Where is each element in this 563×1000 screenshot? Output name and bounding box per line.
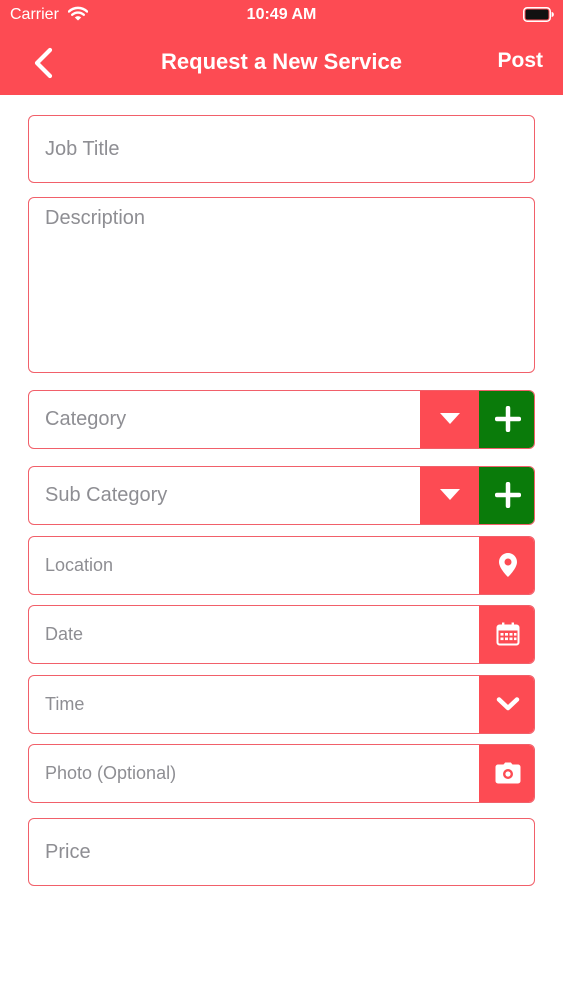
- page-title: Request a New Service: [161, 49, 402, 74]
- sub-category-placeholder: Sub Category: [45, 484, 168, 506]
- price-field[interactable]: Price: [28, 818, 535, 886]
- photo-field[interactable]: Photo (Optional): [28, 744, 535, 803]
- status-time: 10:49 AM: [246, 6, 317, 23]
- price-placeholder: Price: [45, 841, 91, 863]
- time-picker-button[interactable]: [479, 676, 534, 733]
- map-pin-icon: [498, 553, 517, 577]
- location-field[interactable]: Location: [28, 536, 535, 595]
- job-title-placeholder: Job Title: [45, 138, 120, 160]
- photo-picker-button[interactable]: [479, 745, 534, 802]
- camera-icon: [495, 762, 520, 784]
- time-placeholder: Time: [45, 694, 85, 714]
- plus-icon: [494, 406, 521, 432]
- time-field[interactable]: Time: [28, 675, 535, 734]
- date-field[interactable]: Date: [28, 605, 535, 664]
- category-field[interactable]: Category: [28, 390, 535, 449]
- date-placeholder: Date: [45, 624, 84, 644]
- description-field[interactable]: Description: [28, 197, 535, 373]
- battery-icon: [523, 7, 554, 22]
- location-placeholder: Location: [45, 555, 114, 575]
- add-category-button[interactable]: [479, 391, 534, 448]
- caret-down-icon: [439, 413, 460, 424]
- sub-category-dropdown-button[interactable]: [420, 467, 479, 524]
- photo-placeholder: Photo (Optional): [45, 763, 177, 783]
- chevron-down-icon: [496, 697, 519, 711]
- job-title-field[interactable]: Job Title: [28, 115, 535, 183]
- sub-category-field[interactable]: Sub Category: [28, 466, 535, 525]
- description-placeholder: Description: [45, 207, 146, 229]
- navigation-bar: Carrier 10:49 AM Request a New Service P…: [0, 0, 563, 95]
- add-sub-category-button[interactable]: [479, 467, 534, 524]
- location-picker-button[interactable]: [479, 537, 534, 594]
- category-dropdown-button[interactable]: [420, 391, 479, 448]
- plus-icon: [494, 482, 521, 508]
- caret-down-icon: [439, 489, 460, 500]
- post-button[interactable]: Post: [497, 49, 543, 73]
- category-placeholder: Category: [45, 408, 127, 430]
- calendar-icon: [496, 622, 519, 646]
- status-bar: Carrier 10:49 AM: [0, 0, 563, 30]
- date-picker-button[interactable]: [479, 606, 534, 663]
